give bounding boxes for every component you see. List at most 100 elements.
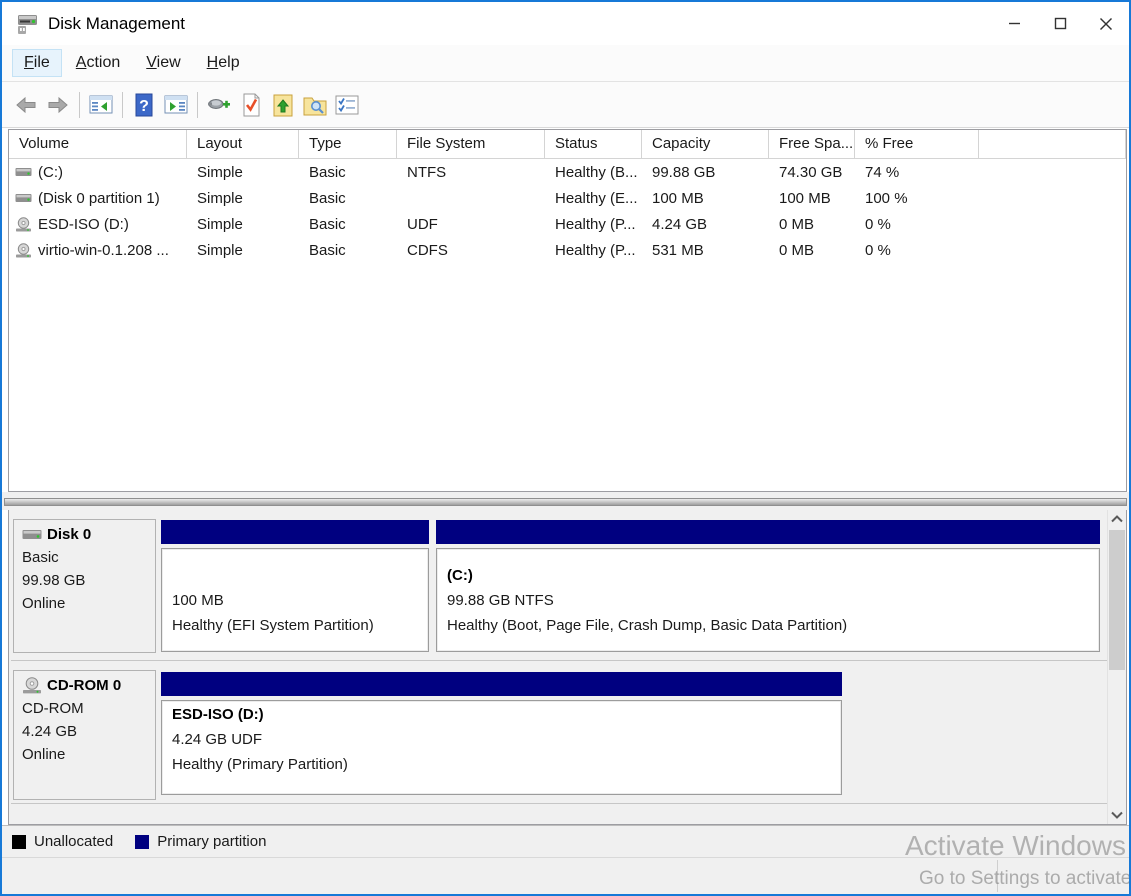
unallocated-swatch bbox=[12, 835, 26, 849]
scroll-down-button[interactable] bbox=[1108, 806, 1126, 824]
cell-status: Healthy (B... bbox=[545, 164, 642, 181]
title-bar: Disk Management bbox=[2, 2, 1129, 45]
partition-health: Healthy (Primary Partition) bbox=[172, 752, 831, 777]
cell-file-system: CDFS bbox=[397, 242, 545, 259]
scroll-up-button[interactable] bbox=[1108, 510, 1126, 528]
cell-free-space: 100 MB bbox=[769, 190, 855, 207]
search-folder-button[interactable] bbox=[299, 89, 331, 121]
partition-efi[interactable]: 100 MB Healthy (EFI System Partition) bbox=[161, 520, 429, 652]
partition-name: (C:) bbox=[447, 563, 1089, 588]
cell-status: Healthy (P... bbox=[545, 242, 642, 259]
partition-esd-iso[interactable]: ESD-ISO (D:) 4.24 GB UDF Healthy (Primar… bbox=[161, 672, 842, 798]
disk0-label-panel[interactable]: Disk 0 Basic 99.98 GB Online bbox=[13, 519, 156, 653]
toolbar: ? bbox=[2, 82, 1129, 128]
table-row[interactable]: (C:) Simple Basic NTFS Healthy (B... 99.… bbox=[9, 159, 1126, 185]
cell-capacity: 100 MB bbox=[642, 190, 769, 207]
properties-button[interactable] bbox=[331, 89, 363, 121]
check-document-icon bbox=[238, 92, 264, 118]
show-action-pane-button[interactable] bbox=[160, 89, 192, 121]
vertical-scrollbar[interactable] bbox=[1107, 510, 1125, 824]
column-header-volume[interactable]: Volume bbox=[9, 130, 187, 159]
hard-drive-icon bbox=[22, 528, 42, 542]
cell-type: Basic bbox=[299, 242, 397, 259]
scrollbar-thumb[interactable] bbox=[1109, 530, 1125, 670]
close-icon bbox=[1099, 17, 1113, 31]
volume-name: (C:) bbox=[38, 164, 63, 181]
column-header-status[interactable]: Status bbox=[545, 130, 642, 159]
menu-action[interactable]: Action bbox=[64, 49, 132, 77]
cell-capacity: 4.24 GB bbox=[642, 216, 769, 233]
disk-kind: Basic bbox=[22, 546, 147, 569]
cell-capacity: 531 MB bbox=[642, 242, 769, 259]
cdrom0-label-panel[interactable]: CD-ROM 0 CD-ROM 4.24 GB Online bbox=[13, 670, 156, 800]
chevron-down-icon bbox=[1111, 811, 1123, 819]
legend-label-primary-partition: Primary partition bbox=[157, 833, 266, 850]
activate-windows-watermark: Activate Windows bbox=[905, 830, 1126, 862]
cell-capacity: 99.88 GB bbox=[642, 164, 769, 181]
table-row[interactable]: ESD-ISO (D:) Simple Basic UDF Healthy (P… bbox=[9, 211, 1126, 237]
maximize-icon bbox=[1054, 17, 1067, 30]
forward-icon bbox=[46, 93, 70, 117]
forward-button[interactable] bbox=[42, 89, 74, 121]
legend-label-unallocated: Unallocated bbox=[34, 833, 113, 850]
table-row[interactable]: (Disk 0 partition 1) Simple Basic Health… bbox=[9, 185, 1126, 211]
volume-name: (Disk 0 partition 1) bbox=[38, 190, 160, 207]
cell-free-space: 74.30 GB bbox=[769, 164, 855, 181]
show-console-tree-button[interactable] bbox=[85, 89, 117, 121]
primary-partition-swatch bbox=[135, 835, 149, 849]
menu-file[interactable]: File bbox=[12, 49, 62, 77]
volume-list-header: Volume Layout Type File System Status Ca… bbox=[9, 130, 1126, 159]
splitter-handle bbox=[4, 498, 1127, 506]
minimize-button[interactable] bbox=[991, 2, 1037, 45]
folder-up-arrow-icon bbox=[270, 92, 296, 118]
disk-kind: CD-ROM bbox=[22, 697, 147, 720]
cell-free-space: 0 MB bbox=[769, 242, 855, 259]
pane-splitter[interactable] bbox=[2, 492, 1129, 510]
cell-pct-free: 0 % bbox=[855, 216, 979, 233]
disk-name: Disk 0 bbox=[47, 526, 91, 543]
activate-windows-watermark-subtext: Go to Settings to activate Windows. bbox=[919, 868, 1131, 890]
minimize-icon bbox=[1008, 17, 1021, 30]
partition-c[interactable]: (C:) 99.88 GB NTFS Healthy (Boot, Page F… bbox=[436, 520, 1100, 652]
menu-bar: File Action View Help bbox=[2, 45, 1129, 82]
help-button[interactable]: ? bbox=[128, 89, 160, 121]
window-title: Disk Management bbox=[48, 14, 185, 34]
column-header-file-system[interactable]: File System bbox=[397, 130, 545, 159]
column-header-capacity[interactable]: Capacity bbox=[642, 130, 769, 159]
close-button[interactable] bbox=[1083, 2, 1129, 45]
rescan-disks-button[interactable] bbox=[203, 89, 235, 121]
menu-help[interactable]: Help bbox=[195, 49, 252, 77]
partition-health: Healthy (EFI System Partition) bbox=[172, 613, 418, 638]
volume-list-pane: Volume Layout Type File System Status Ca… bbox=[8, 129, 1127, 492]
svg-text:?: ? bbox=[139, 98, 149, 115]
check-disk-button[interactable] bbox=[235, 89, 267, 121]
open-folder-button[interactable] bbox=[267, 89, 299, 121]
column-header-layout[interactable]: Layout bbox=[187, 130, 299, 159]
menu-view[interactable]: View bbox=[134, 49, 192, 77]
chevron-up-icon bbox=[1111, 515, 1123, 523]
toolbar-separator bbox=[79, 92, 80, 118]
rescan-disks-icon bbox=[206, 92, 232, 118]
cell-file-system: NTFS bbox=[397, 164, 545, 181]
disk-name: CD-ROM 0 bbox=[47, 677, 121, 694]
volume-name: ESD-ISO (D:) bbox=[38, 216, 129, 233]
cell-status: Healthy (P... bbox=[545, 216, 642, 233]
cell-layout: Simple bbox=[187, 242, 299, 259]
hard-drive-icon bbox=[15, 166, 32, 179]
table-row[interactable]: virtio-win-0.1.208 ... Simple Basic CDFS… bbox=[9, 237, 1126, 263]
volume-name: virtio-win-0.1.208 ... bbox=[38, 242, 169, 259]
partition-name: ESD-ISO (D:) bbox=[172, 702, 831, 727]
cell-status: Healthy (E... bbox=[545, 190, 642, 207]
cell-layout: Simple bbox=[187, 164, 299, 181]
maximize-button[interactable] bbox=[1037, 2, 1083, 45]
back-button[interactable] bbox=[10, 89, 42, 121]
cell-free-space: 0 MB bbox=[769, 216, 855, 233]
checklist-icon bbox=[334, 92, 360, 118]
show-action-pane-icon bbox=[163, 92, 189, 118]
column-header-pct-free[interactable]: % Free bbox=[855, 130, 979, 159]
column-header-blank[interactable] bbox=[979, 130, 1126, 159]
disk-size: 4.24 GB bbox=[22, 720, 147, 743]
disk-state: Online bbox=[22, 592, 147, 615]
column-header-free-space[interactable]: Free Spa... bbox=[769, 130, 855, 159]
column-header-type[interactable]: Type bbox=[299, 130, 397, 159]
